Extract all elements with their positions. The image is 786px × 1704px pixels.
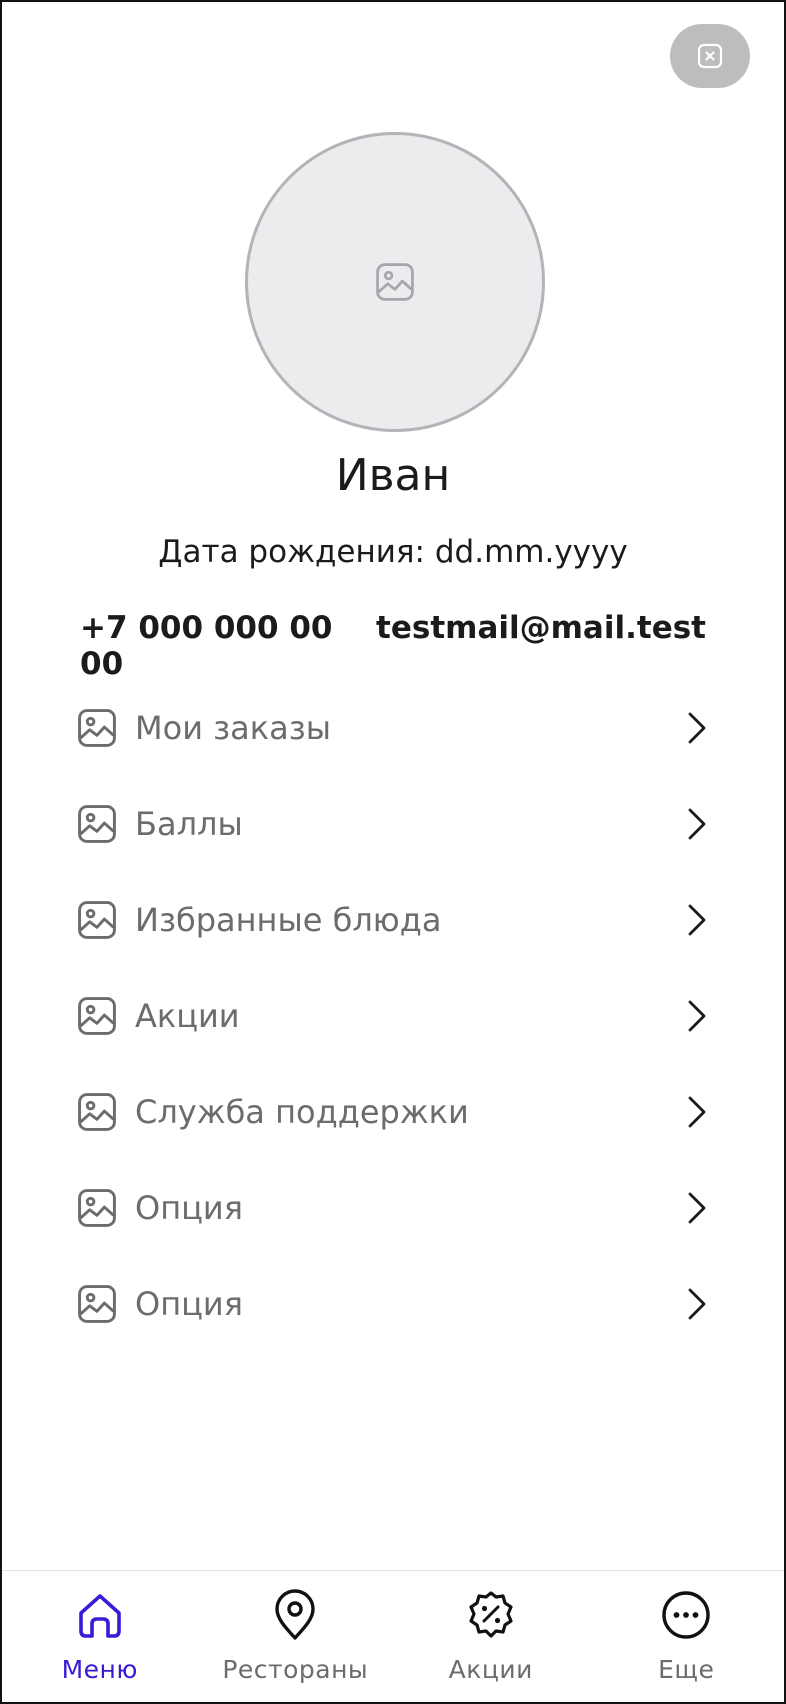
image-placeholder-icon — [376, 263, 414, 301]
image-placeholder-icon — [78, 1189, 116, 1227]
discount-badge-icon — [469, 1591, 513, 1638]
profile-name: Иван — [335, 450, 451, 501]
email-address[interactable]: testmail@mail.test — [376, 610, 706, 682]
image-placeholder-icon — [78, 901, 116, 939]
menu-item-label: Опция — [135, 1189, 243, 1227]
tab-label: Еще — [658, 1655, 715, 1684]
menu-item-orders[interactable]: Мои заказы — [75, 680, 711, 776]
tab-label: Меню — [61, 1655, 138, 1684]
chevron-right-icon — [688, 808, 706, 840]
menu-item-favorites[interactable]: Избранные блюда — [75, 872, 711, 968]
location-pin-icon — [275, 1589, 315, 1640]
close-icon — [697, 43, 723, 69]
menu-item-label: Служба поддержки — [135, 1093, 469, 1131]
tab-restaurants[interactable]: Рестораны — [198, 1571, 394, 1702]
menu-item-points[interactable]: Баллы — [75, 776, 711, 872]
tab-label: Акции — [448, 1655, 533, 1684]
image-placeholder-icon — [78, 709, 116, 747]
tab-more[interactable]: Еще — [589, 1571, 785, 1702]
close-button[interactable] — [670, 24, 750, 88]
phone-number[interactable]: +7 000 000 00 00 — [80, 610, 376, 682]
avatar[interactable] — [245, 132, 545, 432]
menu-item-label: Мои заказы — [135, 709, 331, 747]
menu-item-label: Баллы — [135, 805, 243, 843]
more-dots-icon — [662, 1591, 710, 1639]
chevron-right-icon — [688, 904, 706, 936]
tab-label: Рестораны — [222, 1655, 369, 1684]
image-placeholder-icon — [78, 1093, 116, 1131]
chevron-right-icon — [688, 712, 706, 744]
menu-item-label: Опция — [135, 1285, 243, 1323]
chevron-right-icon — [688, 1000, 706, 1032]
menu-item-promotions[interactable]: Акции — [75, 968, 711, 1064]
contacts-row: +7 000 000 00 00 testmail@mail.test — [80, 610, 706, 682]
menu-item-label: Акции — [135, 997, 240, 1035]
menu-item-support[interactable]: Служба поддержки — [75, 1064, 711, 1160]
menu-item-option-1[interactable]: Опция — [75, 1160, 711, 1256]
profile-menu: Мои заказы Баллы Избранные блюда Акции С… — [75, 680, 711, 1352]
bottom-tab-bar: Меню Рестораны Акции Еще — [2, 1570, 784, 1702]
menu-item-label: Избранные блюда — [135, 901, 442, 939]
image-placeholder-icon — [78, 1285, 116, 1323]
chevron-right-icon — [688, 1096, 706, 1128]
home-icon — [78, 1594, 121, 1638]
tab-promotions[interactable]: Акции — [393, 1571, 589, 1702]
menu-item-option-2[interactable]: Опция — [75, 1256, 711, 1352]
birth-date: Дата рождения: dd.mm.yyyy — [158, 534, 628, 570]
profile-screen: Иван Дата рождения: dd.mm.yyyy +7 000 00… — [0, 0, 786, 1704]
chevron-right-icon — [688, 1192, 706, 1224]
chevron-right-icon — [688, 1288, 706, 1320]
tab-menu[interactable]: Меню — [2, 1571, 198, 1702]
image-placeholder-icon — [78, 997, 116, 1035]
image-placeholder-icon — [78, 805, 116, 843]
